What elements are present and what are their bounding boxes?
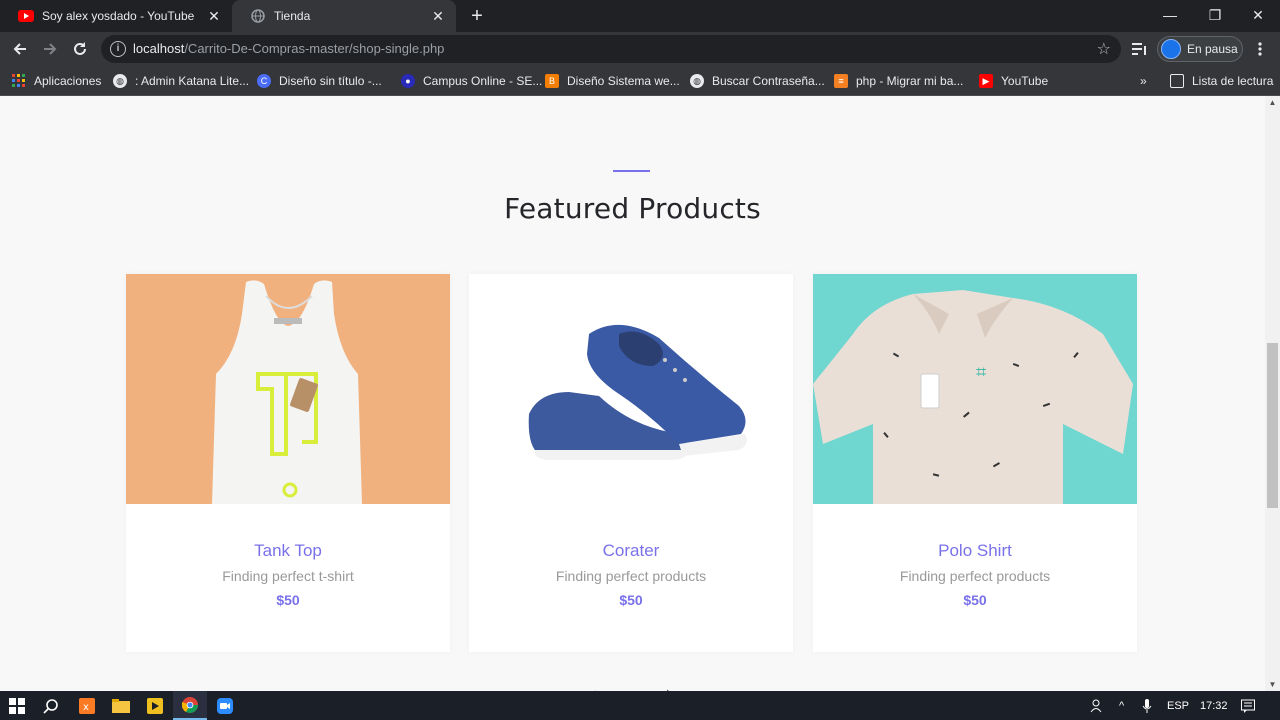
reload-button[interactable] — [68, 37, 92, 61]
tab-strip: Soy alex yosdado - YouTube ✕ Tienda ✕ + … — [0, 0, 1280, 32]
blogger-icon: B — [545, 74, 559, 88]
avatar — [1161, 39, 1181, 59]
carousel-prev-arrow-icon[interactable]: ← — [588, 676, 610, 691]
bookmarks-bar: Aplicaciones ◍ : Admin Katana Lite... C … — [0, 66, 1280, 96]
bookmark-label: Aplicaciones — [34, 74, 102, 88]
close-window-button[interactable]: ✕ — [1236, 0, 1280, 30]
minimize-button[interactable]: — — [1148, 0, 1192, 30]
reading-list-label: Lista de lectura — [1192, 74, 1274, 88]
tab-youtube[interactable]: Soy alex yosdado - YouTube ✕ — [0, 0, 232, 32]
product-description: Finding perfect products — [555, 568, 707, 584]
close-icon[interactable]: ✕ — [206, 8, 222, 24]
product-card[interactable]: Corater Finding perfect products $50 — [469, 274, 793, 652]
product-price: $50 — [963, 592, 987, 608]
bookmark-php[interactable]: ≡ php - Migrar mi ba... — [834, 71, 963, 91]
scrollbar-thumb[interactable] — [1267, 343, 1278, 508]
bookmark-label: : Admin Katana Lite... — [135, 74, 250, 88]
product-price: $50 — [619, 592, 643, 608]
bookmark-label: Campus Online - SE... — [423, 74, 543, 88]
restore-button[interactable]: ❐ — [1193, 0, 1237, 30]
scroll-down-icon[interactable]: ▼ — [1265, 680, 1280, 689]
svg-text:⌗: ⌗ — [976, 362, 986, 383]
product-price: $50 — [276, 592, 300, 608]
browser-toolbar: i localhost/Carrito-De-Compras-master/sh… — [0, 32, 1280, 66]
zoom-icon[interactable] — [208, 691, 242, 720]
chrome-icon[interactable] — [173, 691, 207, 720]
media-queue-icon[interactable] — [1128, 37, 1152, 61]
new-tab-button[interactable]: + — [466, 6, 488, 26]
chevron-up-icon[interactable]: ^ — [1119, 691, 1133, 720]
heading-divider — [613, 170, 650, 172]
product-name[interactable]: Corater — [469, 541, 793, 561]
product-name[interactable]: Polo Shirt — [813, 541, 1137, 561]
people-icon[interactable] — [1090, 691, 1106, 720]
windows-start-icon[interactable] — [0, 691, 34, 720]
reading-list[interactable]: Lista de lectura — [1170, 71, 1273, 91]
tab-title: Tienda — [274, 9, 311, 23]
stack-icon: ≡ — [834, 74, 848, 88]
product-name[interactable]: Tank Top — [126, 541, 450, 561]
bookmark-label: Diseño sin título -... — [279, 74, 382, 88]
microphone-icon[interactable] — [1142, 691, 1156, 720]
youtube-icon — [18, 8, 34, 24]
forward-button[interactable] — [38, 37, 62, 61]
page-scrollbar[interactable]: ▲ ▼ — [1265, 96, 1280, 691]
apps-grid-icon — [12, 74, 26, 88]
svg-text:x: x — [83, 702, 89, 713]
scroll-up-icon[interactable]: ▲ — [1265, 98, 1280, 107]
info-icon[interactable]: i — [110, 41, 126, 57]
page-viewport: Featured Products Tank Top Finding perfe… — [0, 96, 1265, 691]
taskbar: x ^ ESP 17:32 — [0, 691, 1280, 720]
url-text: localhost/Carrito-De-Compras-master/shop… — [133, 41, 445, 56]
xampp-icon[interactable]: x — [70, 691, 104, 720]
product-card[interactable]: ⌗ Polo Shirt Finding perfect products $5… — [813, 274, 1137, 652]
bookmark-admin-katana[interactable]: ◍ : Admin Katana Lite... — [113, 71, 249, 91]
bookmark-campus[interactable]: ● Campus Online - SE... — [401, 71, 542, 91]
bookmark-blogger[interactable]: B Diseño Sistema we... — [545, 71, 680, 91]
bookmark-star-icon[interactable]: ☆ — [1097, 39, 1111, 59]
product-card[interactable]: Tank Top Finding perfect t-shirt $50 — [126, 274, 450, 652]
file-explorer-icon[interactable] — [104, 691, 138, 720]
back-button[interactable] — [8, 37, 32, 61]
tab-title: Soy alex yosdado - YouTube — [42, 9, 195, 23]
product-description: Finding perfect t-shirt — [222, 568, 354, 584]
more-bookmarks-icon[interactable]: » — [1140, 71, 1147, 91]
bookmark-canva[interactable]: C Diseño sin título -... — [257, 71, 382, 91]
notifications-icon[interactable] — [1241, 691, 1257, 720]
carousel-next-arrow-icon[interactable]: → — [653, 676, 675, 691]
product-image[interactable] — [126, 274, 450, 504]
search-icon[interactable] — [34, 691, 68, 720]
close-icon[interactable]: ✕ — [430, 8, 446, 24]
section-heading: Featured Products — [504, 192, 761, 225]
globe-icon: ◍ — [690, 74, 704, 88]
globe-icon: ◍ — [113, 74, 127, 88]
profile-button[interactable]: En pausa — [1157, 36, 1243, 62]
canva-icon: C — [257, 74, 271, 88]
bookmark-label: Diseño Sistema we... — [567, 74, 680, 88]
address-bar[interactable]: i localhost/Carrito-De-Compras-master/sh… — [101, 35, 1121, 63]
product-image[interactable] — [469, 274, 793, 504]
bookmark-buscar[interactable]: ◍ Buscar Contraseña... — [690, 71, 825, 91]
product-description: Finding perfect products — [899, 568, 1051, 584]
bookmark-apps[interactable]: Aplicaciones — [12, 71, 101, 91]
language-indicator[interactable]: ESP — [1167, 691, 1189, 720]
product-image[interactable]: ⌗ — [813, 274, 1137, 504]
bookmark-youtube[interactable]: ▶ YouTube — [979, 71, 1048, 91]
bookmark-label: php - Migrar mi ba... — [856, 74, 964, 88]
media-player-icon[interactable] — [138, 691, 172, 720]
bookmark-label: Buscar Contraseña... — [712, 74, 825, 88]
globe-icon — [250, 8, 266, 24]
youtube-icon: ▶ — [979, 74, 993, 88]
clock[interactable]: 17:32 — [1200, 691, 1228, 720]
bookmark-label: YouTube — [1001, 74, 1049, 88]
menu-dots-icon[interactable] — [1250, 37, 1270, 61]
campus-icon: ● — [401, 74, 415, 88]
tab-tienda[interactable]: Tienda ✕ — [232, 0, 456, 32]
reading-list-icon — [1170, 74, 1184, 88]
profile-label: En pausa — [1187, 42, 1238, 56]
